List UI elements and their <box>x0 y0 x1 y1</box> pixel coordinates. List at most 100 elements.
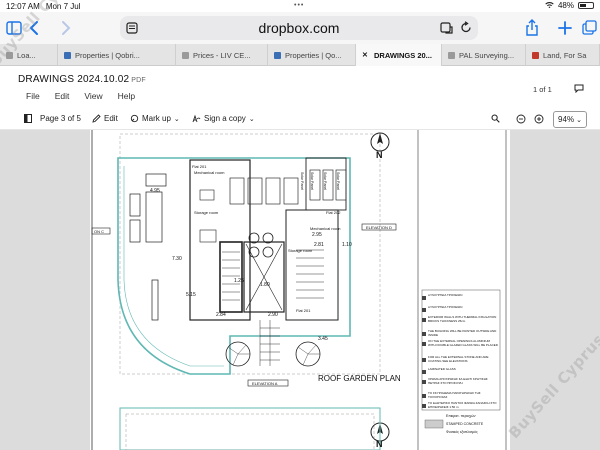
menu-item-help[interactable]: Help <box>118 91 135 101</box>
edit-button[interactable]: Edit <box>92 114 118 123</box>
legend-item: Επικρατ. περιοχών <box>446 414 476 418</box>
comment-icon[interactable] <box>574 84 584 93</box>
browser-toolbar: dropbox.com <box>0 12 600 44</box>
add-tab-icon[interactable] <box>555 18 575 38</box>
dimension-label: 1.25 <box>234 278 244 284</box>
tab-label: Properties | Qobri... <box>75 50 140 60</box>
pdf-canvas[interactable]: N N Mechanical room Storage room Storage… <box>0 130 600 450</box>
chevron-down-icon: ⌄ <box>576 116 582 124</box>
battery-icon <box>578 2 594 9</box>
translate-icon[interactable] <box>440 22 453 34</box>
solar-panel-label: Solar Panel <box>310 172 314 191</box>
search-icon[interactable] <box>491 114 500 123</box>
tab-strip: Loa... Properties | Qobri... Prices - LIV … <box>0 44 600 66</box>
menu-item-view[interactable]: View <box>84 91 102 101</box>
legend-note: THE BUILDING WILL BE PAINTED OUTSIDE AND… <box>428 329 497 337</box>
url-text: dropbox.com <box>258 20 340 36</box>
legend-item: STAMPED CONCRETE <box>446 422 484 426</box>
flat-label: Flat 201 <box>296 308 311 313</box>
legend-note: ΧΡΩΜΑ ΑΠΟΧΡΩΣΗΣ ΣΑ ΕΞΩΤΙ ΚΡΗΤΙΚΗΣ ΠΕΤΡΑΣ… <box>428 377 488 385</box>
close-icon: ✕ <box>362 51 368 59</box>
dimension-label: 7.30 <box>172 256 182 262</box>
house-icon <box>64 51 71 59</box>
elevation-a-label: ELEVATION A <box>252 381 278 386</box>
tab-label: Properties | Qo... <box>285 50 342 60</box>
document-header: DRAWINGS 2024.10.02 PDF File Edit View Help … <box>0 66 600 110</box>
reload-icon[interactable] <box>460 21 472 34</box>
multitask-dots[interactable]: ••• <box>294 2 304 9</box>
browser-tab[interactable]: Properties | Qobri... <box>58 44 176 66</box>
markup-label: Mark up <box>142 114 171 123</box>
pencil-icon <box>92 114 101 123</box>
solar-panel-label: Solar Panel <box>300 172 304 191</box>
address-bar[interactable]: dropbox.com <box>120 16 478 40</box>
page-count: 1 of 1 <box>533 85 552 94</box>
browser-tab[interactable]: Prices - LIV CE... <box>176 44 268 66</box>
legend-note: ΞΥΛΟΥΡΓΕΙΑ ΤΡΟΧΕΙΩΝ <box>428 293 463 297</box>
flat-label: Flat 201 <box>192 164 207 169</box>
legend-item: Φυσικός εξοπλισμός <box>446 430 478 434</box>
chevron-down-icon: ⌄ <box>173 115 180 123</box>
legend-note: ΞΥΛΟΥΡΓΕΙΑ ΤΡΟΧΕΙΩΝ <box>428 305 463 309</box>
globe-icon <box>182 51 189 59</box>
page-indicator[interactable]: Page 3 of 5 <box>40 114 81 123</box>
dimension-label: 3.45 <box>318 336 328 342</box>
elevation-d-label: ELEVATION D <box>366 225 392 230</box>
browser-tab[interactable]: PAL Surveying... <box>442 44 526 66</box>
wifi-icon <box>545 2 554 9</box>
tabs-overview-icon[interactable] <box>580 18 600 38</box>
dimension-label: 2.84 <box>216 312 226 318</box>
dimension-label: 2.95 <box>312 232 322 238</box>
share-icon[interactable] <box>522 18 542 38</box>
markup-button[interactable]: Mark up ⌄ <box>130 114 180 123</box>
dimension-label: 4.95 <box>150 188 160 194</box>
document-title: DRAWINGS 2024.10.02 PDF <box>18 74 146 85</box>
legend-note: ON THE EXTERNAL OPENINGS ALUMINIUM WITH … <box>428 339 498 347</box>
menu-item-edit[interactable]: Edit <box>55 91 70 101</box>
legend-note: ΤΟ ΣΚΥΡΟΔΕΜΑ ΠΑΡΑΤΗΡΗΣΗΣ ΤΗΣ ΤΟΙΧΟΠΟΙΙΑΣ <box>428 391 481 399</box>
document-menu: File Edit View Help <box>26 91 135 101</box>
globe-icon <box>448 51 455 59</box>
house-icon <box>274 51 281 59</box>
zoom-out-icon[interactable] <box>516 114 526 124</box>
markup-icon <box>130 114 139 123</box>
flat-label: Flat 202 <box>326 210 341 215</box>
north-label-lower: N <box>376 439 383 449</box>
zoom-in-icon[interactable] <box>534 114 544 124</box>
mechanical-room-label-2: Mechanical room <box>310 226 341 231</box>
tab-label: Prices - LIV CE... <box>193 50 251 60</box>
dimension-label: 2.81 <box>314 242 324 248</box>
browser-tab[interactable]: ✕ DRAWINGS 20... <box>356 44 442 66</box>
sidebar-toggle-icon[interactable] <box>24 114 32 123</box>
edit-label: Edit <box>104 114 118 123</box>
dimension-label: 5.15 <box>186 292 196 298</box>
north-label: N <box>376 150 383 160</box>
viewer-toolbar: Page 3 of 5 Edit Mark up ⌄ Sign a copy ⌄… <box>0 110 600 130</box>
document-ext: PDF <box>131 77 146 84</box>
browser-tab[interactable]: Properties | Qo... <box>268 44 356 66</box>
legend-note: LAMINATED GLASS <box>428 367 456 371</box>
tab-label: Land, For Sa <box>543 50 587 60</box>
dimension-label: 1.10 <box>342 242 352 248</box>
forward-icon[interactable] <box>56 18 76 38</box>
battery-percent: 48% <box>557 1 574 10</box>
pdf-page: N N Mechanical room Storage room Storage… <box>90 130 510 450</box>
zoom-select[interactable]: 94% ⌄ <box>553 111 587 128</box>
plan-title: ROOF GARDEN PLAN <box>318 374 401 383</box>
sign-label: Sign a copy <box>204 114 246 123</box>
sign-button[interactable]: Sign a copy ⌄ <box>192 114 255 123</box>
browser-tab[interactable]: Land, For Sa <box>526 44 600 66</box>
status-bar: 12:07 AM Mon 7 Jul ••• 48% <box>0 0 600 12</box>
legend-note: FOR ALL THE EXTERNAL STONE AND ARE COATI… <box>428 355 489 363</box>
menu-item-file[interactable]: File <box>26 91 40 101</box>
solar-panel-label: Solar Panel <box>336 172 340 191</box>
tab-label: Loa... <box>17 50 36 60</box>
zoom-value: 94% <box>558 115 575 124</box>
storage-room-label-2: Storage room <box>288 248 313 253</box>
flag-icon <box>532 51 539 59</box>
sign-icon <box>192 114 201 123</box>
legend-note: EXTERIOR WALLS WITH THERMAL INSULATION B… <box>428 315 497 323</box>
solar-panel-label: Solar Panel <box>323 172 327 191</box>
tab-label: PAL Surveying... <box>459 50 515 60</box>
page-label: Page 3 of 5 <box>40 114 81 123</box>
